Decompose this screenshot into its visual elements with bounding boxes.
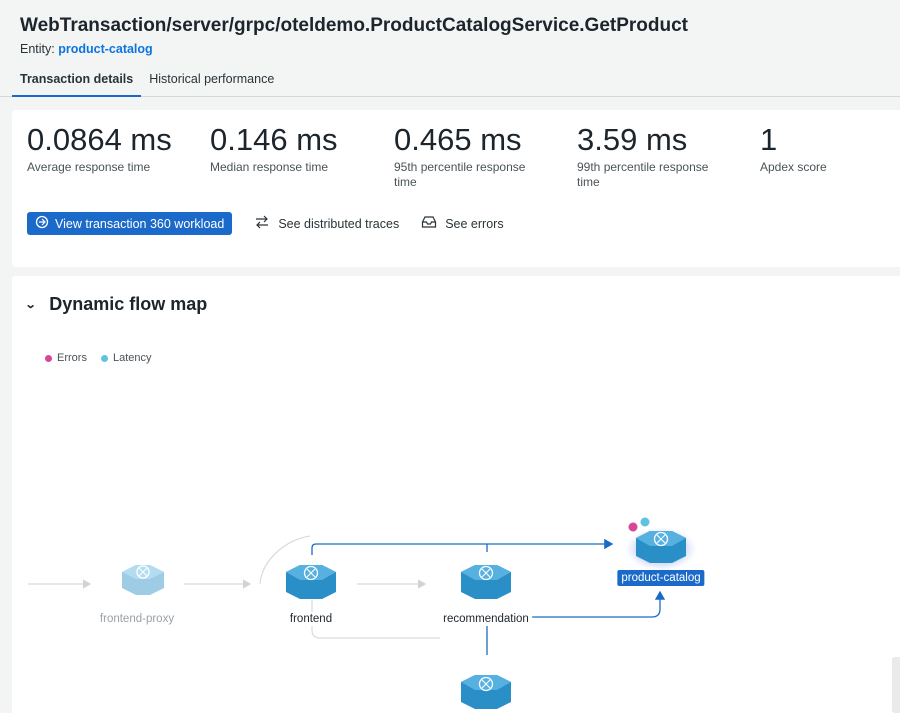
see-traces-label: See distributed traces xyxy=(278,216,400,231)
metric-average: 0.0864 ms Average response time xyxy=(27,122,197,175)
summary-card: 0.0864 ms Average response time 0.146 ms… xyxy=(12,110,900,267)
see-traces-link[interactable]: See distributed traces xyxy=(254,215,399,232)
metric-label: 95th percentile response time xyxy=(394,160,526,189)
map-controls-edge[interactable] xyxy=(892,657,900,713)
metric-apdex: 1 Apdex score xyxy=(760,122,880,175)
node-label-product-catalog[interactable]: product-catalog xyxy=(617,570,705,586)
legend-errors-label: Errors xyxy=(57,352,87,364)
latency-dot xyxy=(100,354,108,362)
metric-label: Median response time xyxy=(210,160,329,174)
swap-arrows-icon xyxy=(254,215,270,232)
legend-latency-label: Latency xyxy=(112,352,152,364)
inbox-icon xyxy=(421,215,437,232)
entity-line: Entity: product-catalog xyxy=(20,42,153,56)
page-title: WebTransaction/server/grpc/oteldemo.Prod… xyxy=(20,15,688,36)
node-label-recommendation[interactable]: recommendation xyxy=(440,612,532,626)
action-bar: View transaction 360 workload See distri… xyxy=(27,212,504,235)
see-errors-label: See errors xyxy=(445,216,504,231)
legend-errors: Errors xyxy=(45,352,87,364)
see-errors-link[interactable]: See errors xyxy=(421,215,504,232)
metric-p99: 3.59 ms 99th percentile response time xyxy=(577,122,727,190)
metric-value: 3.59 ms xyxy=(577,122,688,157)
view-workload-label: View transaction 360 workload xyxy=(55,216,225,231)
flow-map-panel: ⌄ Dynamic flow map Errors Latency xyxy=(12,276,900,713)
metric-p95: 0.465 ms 95th percentile response time xyxy=(394,122,544,190)
flow-map-title: Dynamic flow map xyxy=(49,294,208,314)
legend-latency: Latency xyxy=(100,352,152,364)
view-workload-button[interactable]: View transaction 360 workload xyxy=(27,212,233,235)
entity-link[interactable]: product-catalog xyxy=(58,42,152,56)
workload-icon xyxy=(35,215,49,232)
metric-value: 0.465 ms xyxy=(394,122,522,157)
tab-historical-performance[interactable]: Historical performance xyxy=(141,72,282,97)
tab-bar: Transaction details Historical performan… xyxy=(12,72,282,97)
node-label-frontend[interactable]: frontend xyxy=(286,612,336,626)
errors-dot xyxy=(45,354,52,362)
metric-value: 0.0864 ms xyxy=(27,122,172,157)
entity-label: Entity: xyxy=(20,42,55,56)
page-header: WebTransaction/server/grpc/oteldemo.Prod… xyxy=(0,0,900,97)
flow-map-legend: Errors Latency xyxy=(45,352,151,364)
metric-label: Apdex score xyxy=(760,160,827,174)
metric-label: 99th percentile response time xyxy=(577,160,709,189)
tab-transaction-details[interactable]: Transaction details xyxy=(12,72,142,97)
node-label-frontend-proxy[interactable]: frontend-proxy xyxy=(100,613,174,625)
metric-value: 0.146 ms xyxy=(210,122,338,157)
metric-median: 0.146 ms Median response time xyxy=(210,122,380,175)
flow-map-header[interactable]: ⌄ Dynamic flow map xyxy=(25,294,208,315)
chevron-down-icon[interactable]: ⌄ xyxy=(25,298,37,311)
metric-value: 1 xyxy=(760,122,778,157)
metric-label: Average response time xyxy=(27,160,151,174)
